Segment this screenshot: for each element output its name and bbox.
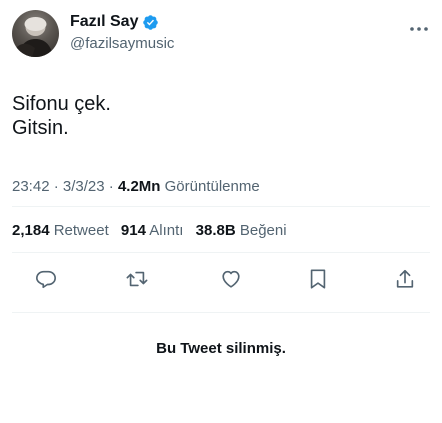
reply-icon (35, 268, 57, 295)
quotes-label: Alıntı (149, 222, 184, 239)
verified-badge-icon (142, 14, 159, 31)
views-label: Görüntülenme (164, 178, 260, 195)
tweet-text-line: Gitsin. (12, 117, 69, 139)
deleted-tweet-notice: Bu Tweet silinmiş. (156, 340, 286, 357)
quotes-stat[interactable]: 914 Alıntı (121, 222, 184, 239)
reply-button[interactable] (33, 268, 59, 294)
author-name[interactable]: Fazıl Say (70, 13, 138, 31)
retweet-button[interactable] (124, 268, 150, 294)
bookmark-icon (307, 268, 329, 295)
retweet-icon (126, 268, 148, 295)
tweet-date[interactable]: 3/3/23 (63, 178, 105, 195)
meta-separator: · (104, 178, 118, 195)
retweets-label: Retweet (53, 222, 109, 239)
share-button[interactable] (392, 268, 418, 294)
tweet-text-line: Sifonu çek. (12, 93, 111, 115)
views-count: 4.2Mn (117, 178, 161, 195)
tweet-time[interactable]: 23:42 (12, 178, 50, 195)
share-icon (394, 268, 416, 295)
more-options-icon[interactable] (408, 20, 430, 31)
divider (12, 252, 430, 253)
likes-stat[interactable]: 38.8B Beğeni (196, 222, 287, 239)
meta-separator: · (49, 178, 63, 195)
like-button[interactable] (218, 268, 244, 294)
engagement-stats: 2,184 Retweet 914 Alıntı 38.8B Beğeni (12, 222, 295, 239)
bookmark-button[interactable] (305, 268, 331, 294)
likes-label: Beğeni (239, 222, 287, 239)
avatar[interactable] (12, 10, 59, 57)
action-bar (0, 268, 442, 298)
author-block: Fazıl Say @fazilsaymusic (70, 12, 174, 52)
tweet-text: Sifonu çek. Gitsin. (12, 92, 111, 140)
tweet-meta: 23:42 · 3/3/23 · 4.2Mn Görüntülenme (12, 178, 260, 195)
author-handle[interactable]: @fazilsaymusic (70, 35, 174, 52)
retweets-stat[interactable]: 2,184 Retweet (12, 222, 109, 239)
retweets-count: 2,184 (12, 222, 50, 239)
divider (12, 312, 430, 313)
likes-count: 38.8B (195, 222, 236, 239)
tweet: Fazıl Say @fazilsaymusic Sifonu çek. Git… (0, 0, 442, 423)
like-icon (220, 268, 242, 295)
divider (12, 206, 430, 207)
quotes-count: 914 (120, 222, 146, 239)
